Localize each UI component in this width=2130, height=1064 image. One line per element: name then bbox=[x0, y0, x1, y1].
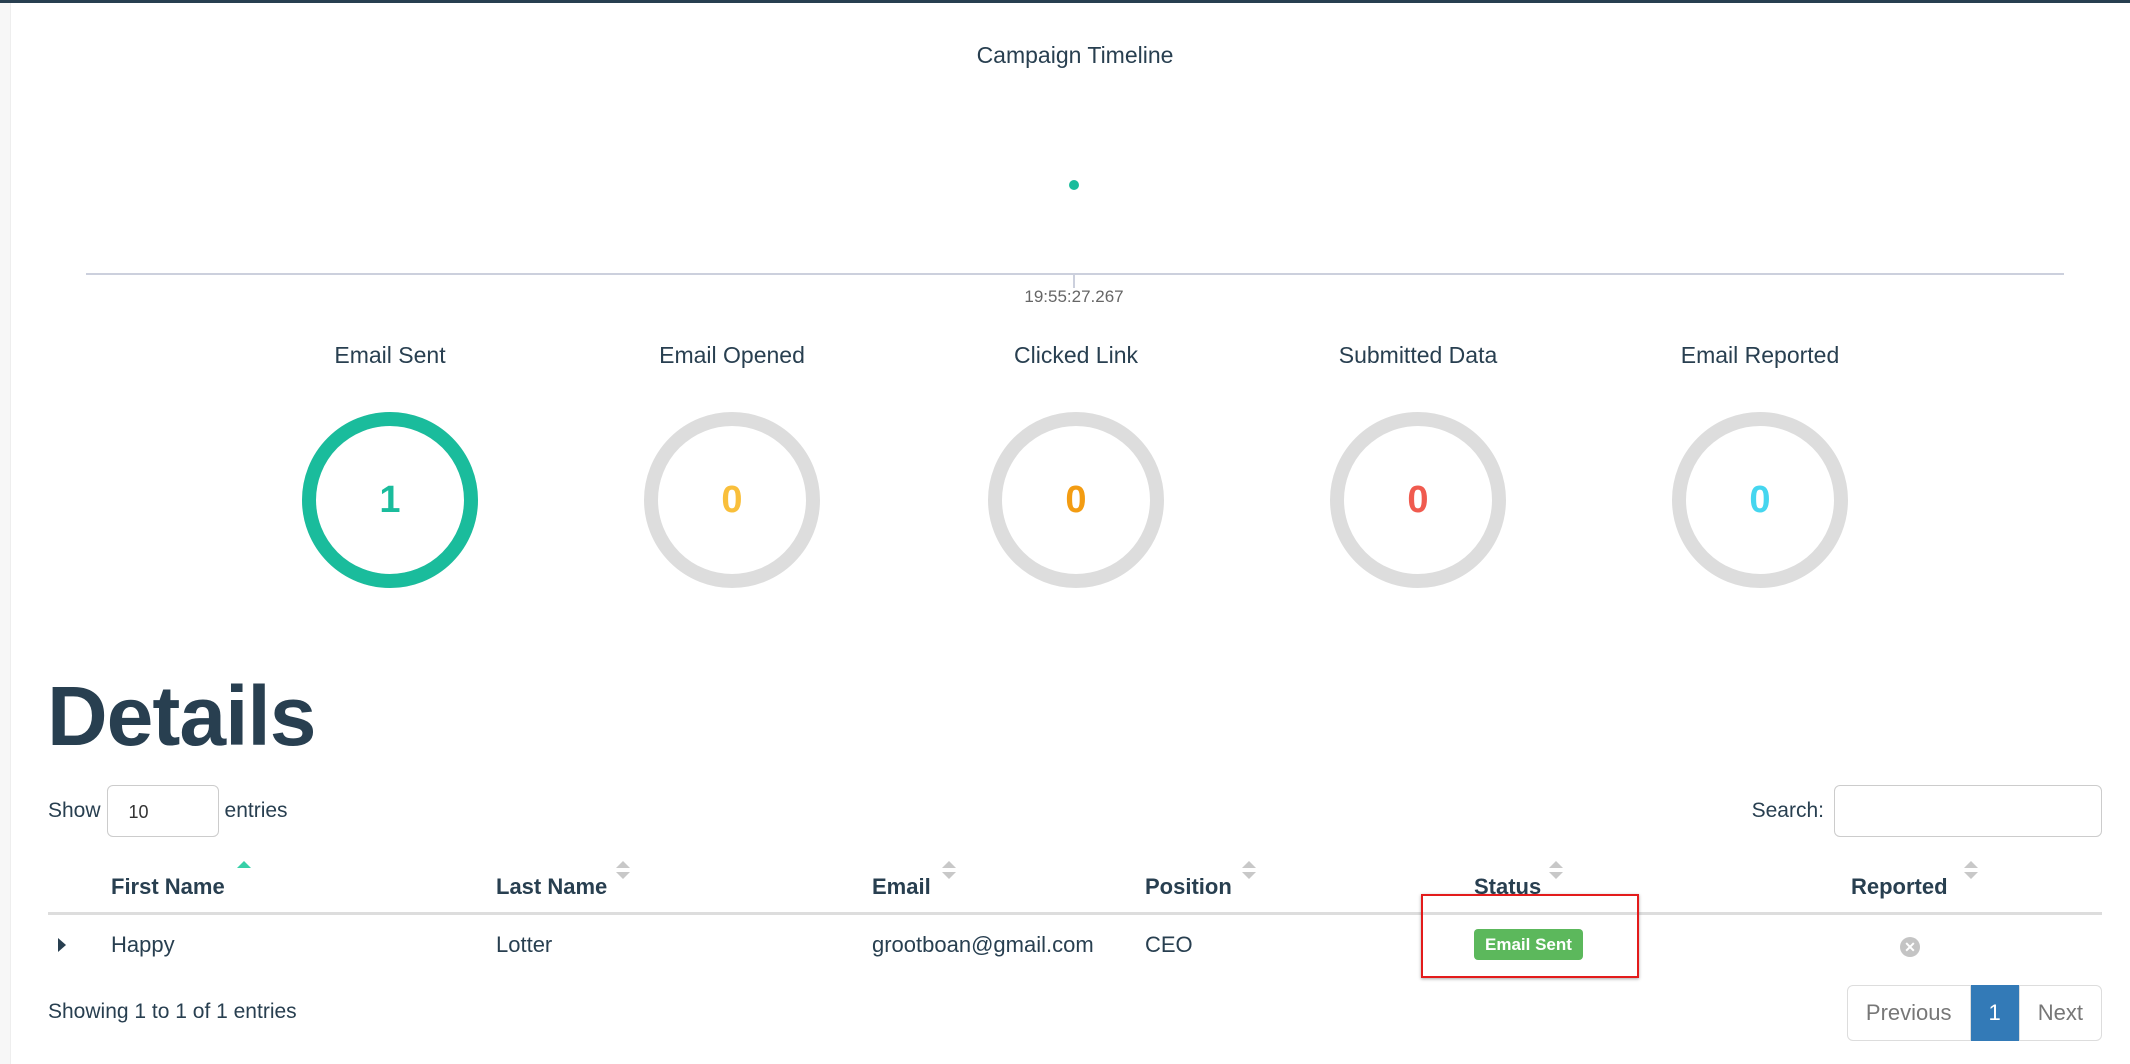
column-header-email[interactable]: Email bbox=[872, 855, 1145, 915]
stat-label: Email Reported bbox=[1680, 342, 1840, 368]
stat-value: 0 bbox=[1407, 479, 1429, 521]
expand-cell[interactable] bbox=[48, 913, 111, 975]
stat-value: 1 bbox=[379, 479, 401, 521]
donut-chart: 0 bbox=[1668, 408, 1852, 592]
column-header-reported[interactable]: Reported bbox=[1851, 855, 2102, 915]
table-info: Showing 1 to 1 of 1 entries bbox=[48, 1000, 297, 1023]
campaign-timeline-chart: 19:55:27.267 bbox=[86, 180, 2064, 306]
stat-email-opened: Email Opened 0 bbox=[582, 340, 882, 592]
search-control: Search: bbox=[1752, 785, 2102, 837]
column-label: First Name bbox=[111, 873, 225, 899]
highlight-box bbox=[1421, 894, 1639, 978]
stat-submitted-data: Submitted Data 0 bbox=[1268, 340, 1568, 592]
stat-label: Clicked Link bbox=[1014, 342, 1138, 368]
entries-label: entries bbox=[224, 799, 288, 822]
page-1-button[interactable]: 1 bbox=[1970, 985, 2019, 1041]
search-input[interactable] bbox=[1834, 785, 2102, 837]
email-cell: grootboan@gmail.com bbox=[872, 931, 1094, 957]
page-length-control: Show 10 entries bbox=[48, 785, 288, 837]
donut-chart: 0 bbox=[640, 408, 824, 592]
page-length-select[interactable]: 10 bbox=[106, 785, 219, 837]
table-header-row: First Name Last Name Email Position Stat… bbox=[48, 855, 2102, 915]
sort-asc-icon bbox=[237, 861, 251, 881]
next-page-button[interactable]: Next bbox=[2018, 985, 2102, 1041]
timeline-event-point[interactable] bbox=[1069, 180, 1079, 190]
stat-label: Email Opened bbox=[659, 342, 805, 368]
stat-email-sent: Email Sent 1 bbox=[240, 340, 540, 592]
column-header-first-name[interactable]: First Name bbox=[111, 855, 496, 915]
column-label: Email bbox=[872, 873, 931, 899]
stat-value: 0 bbox=[1065, 479, 1087, 521]
expand-column-header bbox=[48, 855, 111, 915]
results-table: First Name Last Name Email Position Stat… bbox=[48, 855, 2102, 975]
donut-chart: 0 bbox=[1326, 408, 1510, 592]
sort-icon bbox=[1549, 861, 1563, 881]
search-label: Search: bbox=[1751, 799, 1824, 822]
stat-email-reported: Email Reported 0 bbox=[1610, 340, 1910, 592]
first-name-cell: Happy bbox=[111, 931, 175, 957]
donut-chart: 1 bbox=[298, 408, 482, 592]
stat-label: Email Sent bbox=[334, 342, 446, 368]
show-label: Show bbox=[48, 799, 101, 822]
times-circle-icon: ✕ bbox=[1900, 936, 1920, 957]
sort-icon bbox=[1964, 861, 1978, 881]
column-label: Reported bbox=[1851, 873, 1948, 899]
column-label: Last Name bbox=[496, 873, 608, 899]
table-row[interactable]: Happy Lotter grootboan@gmail.com CEO Ema… bbox=[48, 913, 2102, 975]
pagination: Previous 1 Next bbox=[1846, 985, 2102, 1041]
caret-right-icon[interactable] bbox=[58, 937, 66, 952]
details-heading: Details bbox=[47, 669, 316, 763]
reported-cell: ✕ bbox=[1851, 913, 2102, 975]
donut-chart: 0 bbox=[984, 408, 1168, 592]
sort-icon bbox=[942, 861, 956, 881]
previous-page-button[interactable]: Previous bbox=[1846, 985, 1971, 1041]
stat-value: 0 bbox=[1749, 479, 1771, 521]
timeline-tick-label: 19:55:27.267 bbox=[1024, 287, 1123, 306]
last-name-cell: Lotter bbox=[496, 931, 553, 957]
stat-label: Submitted Data bbox=[1338, 342, 1498, 368]
stat-clicked-link: Clicked Link 0 bbox=[926, 340, 1226, 592]
sort-icon bbox=[616, 861, 630, 881]
column-header-last-name[interactable]: Last Name bbox=[496, 855, 872, 915]
column-label: Position bbox=[1145, 873, 1232, 899]
stat-value: 0 bbox=[721, 479, 743, 521]
sort-icon bbox=[1242, 861, 1256, 881]
